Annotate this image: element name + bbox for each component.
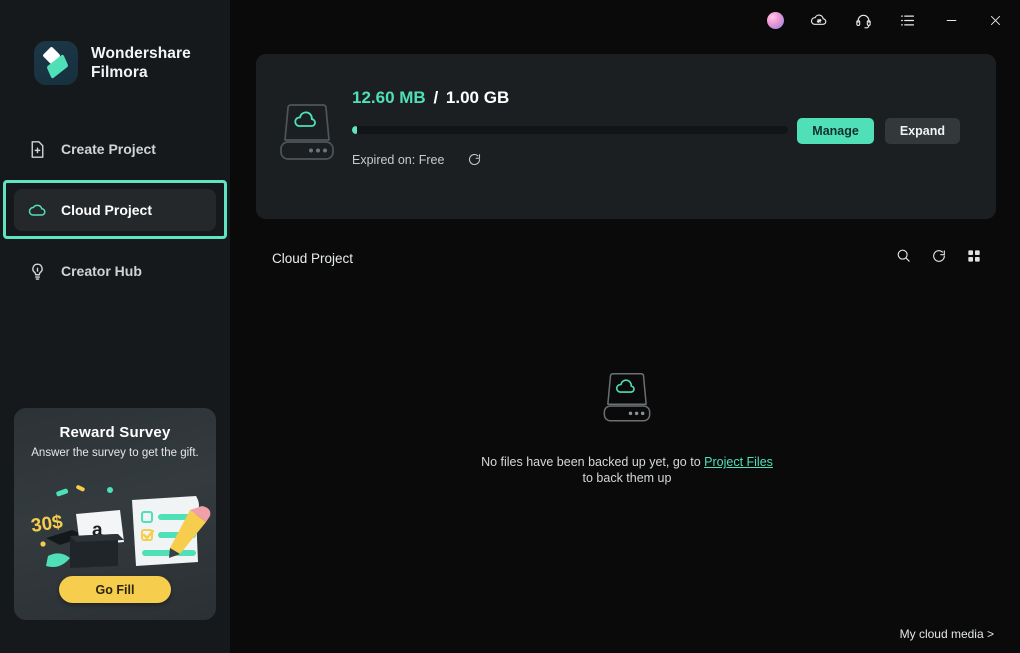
file-plus-icon [31, 140, 44, 158]
sidebar-item-creator-hub[interactable]: Creator Hub [14, 250, 216, 292]
app-brand: Wondershare Filmora [34, 41, 191, 85]
my-cloud-media-link[interactable]: My cloud media > [900, 627, 994, 641]
refresh-button[interactable] [931, 248, 947, 269]
sidebar-item-label: Cloud Project [61, 202, 153, 218]
lightbulb-icon [32, 262, 43, 280]
search-button[interactable] [895, 247, 912, 269]
reward-survey-card[interactable]: Reward Survey Answer the survey to get t… [14, 408, 216, 620]
storage-used: 12.60 MB [352, 88, 426, 107]
go-fill-button[interactable]: Go Fill [59, 576, 171, 603]
cloud-icon [28, 204, 46, 216]
content-header: Cloud Project [272, 244, 982, 272]
expiry-label: Expired on: Free [352, 153, 445, 167]
close-button[interactable] [982, 7, 1008, 33]
storage-usage: 12.60 MB / 1.00 GB [352, 88, 509, 108]
storage-card-actions: Manage Expand [797, 118, 960, 144]
sidebar: Wondershare Filmora Create Project Cloud… [0, 0, 230, 653]
filmora-logo-icon [34, 41, 78, 85]
empty-state-text: No files have been backed up yet, go to … [272, 454, 982, 486]
headset-icon[interactable] [850, 7, 876, 33]
svg-text:30$: 30$ [30, 512, 65, 537]
sidebar-item-label: Creator Hub [61, 263, 142, 279]
list-menu-icon[interactable] [894, 7, 920, 33]
window-titlebar [230, 0, 1020, 40]
storage-refresh-button[interactable] [467, 152, 482, 172]
storage-progress-bar [352, 126, 788, 134]
manage-button[interactable]: Manage [797, 118, 874, 144]
cloud-transfer-icon[interactable] [806, 7, 832, 33]
expand-button[interactable]: Expand [884, 118, 960, 144]
cloud-drive-icon [272, 370, 982, 428]
promo-subtitle: Answer the survey to get the gift. [31, 447, 199, 459]
user-avatar[interactable] [762, 7, 788, 33]
filmora-window: Wondershare Filmora Create Project Cloud… [0, 0, 1020, 653]
brand-name: Wondershare Filmora [91, 45, 191, 81]
minimize-button[interactable] [938, 7, 964, 33]
content-toolbar [895, 247, 982, 269]
content-title: Cloud Project [272, 250, 354, 266]
sidebar-item-create-project[interactable]: Create Project [14, 128, 216, 170]
sidebar-nav: Create Project Cloud Project Creator Hub [0, 128, 230, 292]
empty-text-before: No files have been backed up yet, go to [481, 455, 705, 469]
grid-view-button[interactable] [966, 248, 982, 269]
sidebar-item-cloud-project[interactable]: Cloud Project [14, 189, 216, 231]
storage-total: 1.00 GB [445, 88, 510, 107]
cloud-storage-card: 12.60 MB / 1.00 GB Expired on: Free Mana… [256, 54, 996, 219]
empty-state: No files have been backed up yet, go to … [272, 370, 982, 486]
storage-progress-fill [352, 126, 358, 134]
promo-title: Reward Survey [59, 424, 171, 441]
sidebar-item-label: Create Project [61, 141, 156, 157]
empty-text-after: to back them up [582, 471, 672, 485]
storage-separator: / [433, 88, 439, 107]
reward-survey-illustration: 30$ a [30, 485, 211, 568]
project-files-link[interactable]: Project Files [704, 455, 773, 469]
cloud-drive-icon [276, 102, 338, 171]
